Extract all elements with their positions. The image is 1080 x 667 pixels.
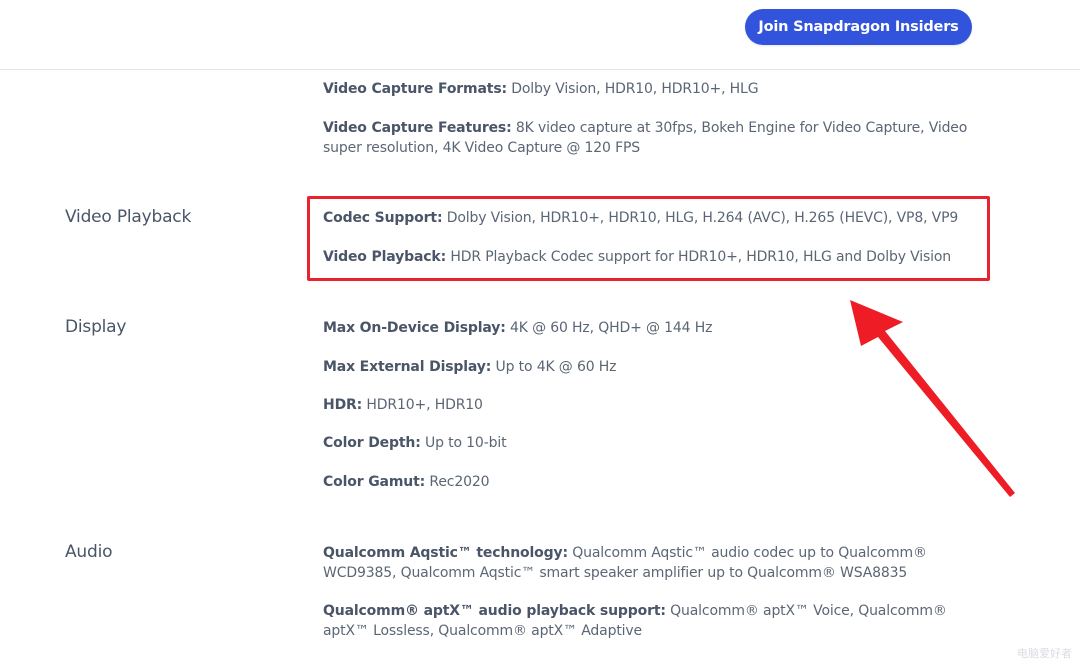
section-label-audio: Audio — [65, 542, 113, 562]
spec-value: Dolby Vision, HDR10, HDR10+, HLG — [506, 81, 759, 97]
spec-value: Up to 10-bit — [420, 435, 507, 451]
spec-qualcomm-aqstic: Qualcomm Aqstic™ technology: Qualcomm Aq… — [323, 543, 993, 583]
spec-key: Color Depth: — [323, 435, 421, 451]
top-bar: Join Snapdragon Insiders — [0, 0, 1080, 70]
highlight-box — [307, 196, 990, 281]
watermark: 电脑爱好者 — [1017, 647, 1072, 660]
spec-value: Up to 4K @ 60 Hz — [491, 359, 617, 375]
spec-key: Video Capture Formats: — [323, 81, 507, 97]
section-label-video-playback: Video Playback — [65, 207, 192, 227]
section-label-display: Display — [65, 317, 127, 337]
spec-value: 4K @ 60 Hz, QHD+ @ 144 Hz — [505, 320, 713, 336]
spec-video-capture-features: Video Capture Features: 8K video capture… — [323, 118, 993, 158]
spec-key: HDR: — [323, 397, 363, 413]
spec-key: Qualcomm® aptX™ audio playback support: — [323, 603, 666, 619]
spec-qualcomm-aptx: Qualcomm® aptX™ audio playback support: … — [323, 601, 993, 641]
spec-key: Color Gamut: — [323, 474, 426, 490]
join-snapdragon-insiders-button[interactable]: Join Snapdragon Insiders — [745, 9, 972, 45]
spec-key: Max External Display: — [323, 359, 492, 375]
spec-video-capture-formats: Video Capture Formats: Dolby Vision, HDR… — [323, 79, 993, 99]
spec-key: Max On-Device Display: — [323, 320, 506, 336]
spec-key: Video Capture Features: — [323, 120, 512, 136]
spec-value: Rec2020 — [425, 474, 490, 490]
spec-value: HDR10+, HDR10 — [362, 397, 483, 413]
red-arrow-icon — [850, 300, 1015, 497]
spec-key: Qualcomm Aqstic™ technology: — [323, 545, 568, 561]
